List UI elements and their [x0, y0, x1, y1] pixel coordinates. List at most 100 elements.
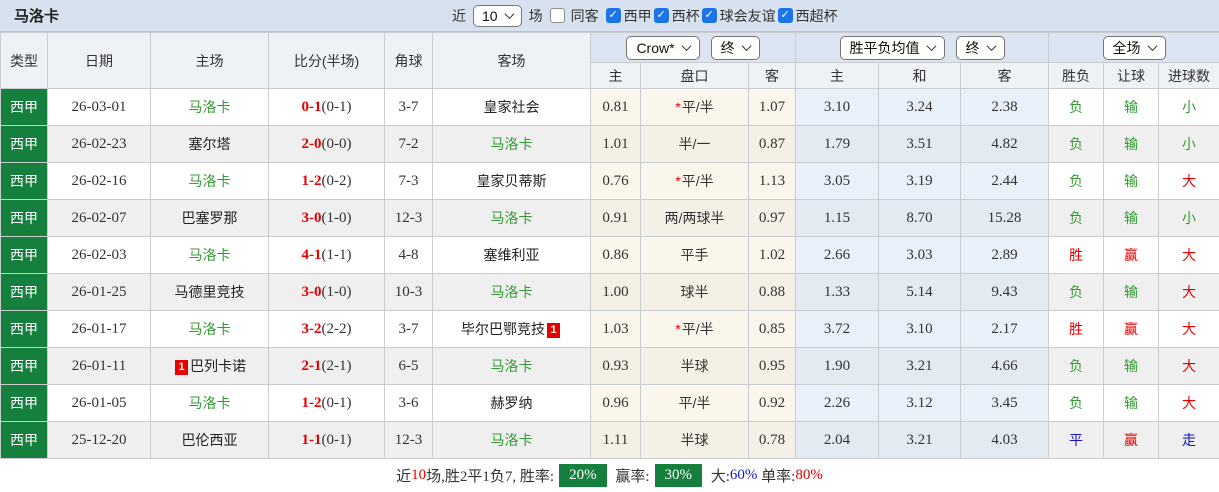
league-label: 西甲 — [10, 136, 38, 152]
checkbox-icon[interactable]: ✓ — [777, 8, 793, 23]
away-cell: 赫罗纳 — [432, 384, 591, 422]
avg-away-cell: 2.17 — [960, 310, 1050, 348]
avg-away-value: 2.17 — [991, 320, 1018, 337]
halftime-score: (2-1) — [321, 357, 352, 374]
league-filter-0[interactable]: ✓ 西甲 — [605, 6, 652, 26]
home-cell: 马洛卡 — [150, 310, 269, 348]
odds-home-value: 1.01 — [602, 135, 629, 152]
handicap-cell: 两/两球半 — [640, 199, 749, 237]
score-cell: 0-1(0-1) — [268, 88, 385, 126]
date-cell: 25-12-20 — [47, 421, 151, 459]
checkbox-icon[interactable]: ✓ — [701, 8, 717, 23]
corner-cell: 3-7 — [384, 88, 433, 126]
checkbox-icon[interactable] — [549, 8, 565, 23]
date-label: 26-01-25 — [71, 283, 127, 300]
avg-home-cell: 3.05 — [795, 162, 880, 200]
handicap-star: * — [675, 321, 681, 337]
league-filter-group: ✓ 西甲 ✓ 西杯 ✓ 球会友谊 ✓ 西超杯 — [605, 6, 838, 26]
odds-time-select[interactable]: 终 — [710, 35, 760, 60]
goals-cell: 小 — [1158, 125, 1219, 163]
odds-company-select[interactable]: Crow* — [626, 35, 700, 60]
avg-away-cell: 2.38 — [960, 88, 1050, 126]
col-header-corner: 角球 — [384, 32, 433, 89]
odds-home-value: 0.81 — [602, 98, 629, 115]
handicap-result-label: 输 — [1124, 136, 1139, 152]
handicap-label: 平手 — [680, 247, 709, 263]
league-cell: 西甲 — [0, 125, 48, 163]
avg-time-select[interactable]: 终 — [955, 35, 1005, 60]
home-cell: 马洛卡 — [150, 162, 269, 200]
table-row: 西甲 26-01-25 马德里竞技 3-0(1-0) 10-3 马洛卡 1.00 球半 0.88… — [0, 273, 1219, 311]
result-cell: 平 — [1048, 421, 1105, 459]
result-label: 负 — [1069, 358, 1084, 374]
date-label: 26-01-11 — [71, 357, 127, 374]
odds-home-value: 1.00 — [602, 283, 629, 300]
avg-home-cell: 1.79 — [795, 125, 880, 163]
checkbox-icon[interactable]: ✓ — [653, 8, 669, 23]
summary-part: 20% — [559, 464, 607, 487]
corner-count: 3-7 — [398, 320, 419, 337]
league-filter-1[interactable]: ✓ 西杯 — [653, 6, 700, 26]
halftime-score: (0-1) — [321, 394, 352, 411]
same-venue-filter[interactable]: 同客 — [549, 6, 599, 26]
league-label: 西甲 — [10, 395, 38, 411]
goals-label: 小 — [1182, 210, 1197, 226]
league-cell: 西甲 — [0, 273, 48, 311]
result-cell: 负 — [1048, 199, 1105, 237]
handicap-label: 平/半 — [681, 321, 714, 337]
avg-draw-cell: 3.24 — [878, 88, 962, 126]
table-row: 西甲 26-02-03 马洛卡 4-1(1-1) 4-8 塞维利亚 0.86 平手 1.02 2.… — [0, 236, 1219, 274]
handicap-cell: 平手 — [640, 236, 749, 274]
fulltime-score: 0-1 — [301, 98, 322, 115]
handicap-cell: 半球 — [640, 347, 749, 385]
corner-cell: 3-7 — [384, 310, 433, 348]
avg-home-cell: 1.33 — [795, 273, 880, 311]
avg-home-value: 1.90 — [823, 357, 851, 374]
odds-away-cell: 0.95 — [747, 347, 797, 385]
summary-part: 30% — [654, 464, 702, 487]
odds-away-value: 1.07 — [758, 98, 786, 115]
corner-count: 7-2 — [398, 135, 419, 152]
halftime-score: (0-2) — [321, 172, 352, 189]
table-row: 西甲 26-01-11 1 巴列卡诺 2-1(2-1) 6-5 马洛卡 0.93 半球 0.95 1… — [0, 347, 1219, 385]
table-row: 西甲 26-02-23 塞尔塔 2-0(0-0) 7-2 马洛卡 1.01 半/一 0.87 1.… — [0, 125, 1219, 163]
odds-home-cell: 0.96 — [590, 384, 641, 422]
fulltime-score: 3-2 — [301, 320, 322, 337]
avg-draw-cell: 3.12 — [878, 384, 962, 422]
halftime-score: (1-1) — [321, 246, 352, 263]
date-cell: 26-03-01 — [47, 88, 151, 126]
league-filter-3[interactable]: ✓ 西超杯 — [777, 6, 838, 26]
handicap-result-cell: 赢 — [1103, 236, 1160, 274]
odds-away-value: 0.97 — [758, 209, 786, 226]
goals-cell: 大 — [1158, 384, 1219, 422]
home-team-name: 巴塞罗那 — [181, 210, 238, 226]
league-filter-2[interactable]: ✓ 球会友谊 — [701, 6, 776, 26]
checkbox-icon[interactable]: ✓ — [605, 8, 621, 23]
handicap-result-cell: 赢 — [1103, 310, 1160, 348]
avg-odds-select[interactable]: 胜平负均值 — [839, 35, 945, 60]
home-cell: 巴塞罗那 — [150, 199, 269, 237]
goals-cell: 小 — [1158, 199, 1219, 237]
odds-home-value: 0.93 — [602, 357, 629, 374]
date-label: 26-01-05 — [71, 394, 127, 411]
goals-label: 大 — [1182, 395, 1197, 411]
red-card-badge: 1 — [547, 323, 560, 338]
recent-count-select[interactable]: 10 — [473, 4, 522, 27]
away-team-name: 皇家贝蒂斯 — [476, 173, 547, 189]
avg-draw-value: 3.21 — [906, 431, 933, 448]
date-cell: 26-01-11 — [47, 347, 151, 385]
score-cell: 2-0(0-0) — [268, 125, 385, 163]
halftime-score: (2-2) — [321, 320, 352, 337]
avg-time-value: 终 — [965, 39, 980, 56]
corner-count: 3-6 — [398, 394, 419, 411]
goals-cell: 大 — [1158, 273, 1219, 311]
odds-away-cell: 0.78 — [747, 421, 797, 459]
scope-select[interactable]: 全场 — [1102, 35, 1166, 60]
fulltime-score: 4-1 — [301, 246, 322, 263]
avg-draw-value: 3.10 — [906, 320, 933, 337]
league-label: 西甲 — [10, 284, 38, 300]
chevron-down-icon — [986, 41, 996, 52]
handicap-star: * — [675, 173, 681, 189]
handicap-result-cell: 输 — [1103, 162, 1160, 200]
avg-home-cell: 1.90 — [795, 347, 880, 385]
